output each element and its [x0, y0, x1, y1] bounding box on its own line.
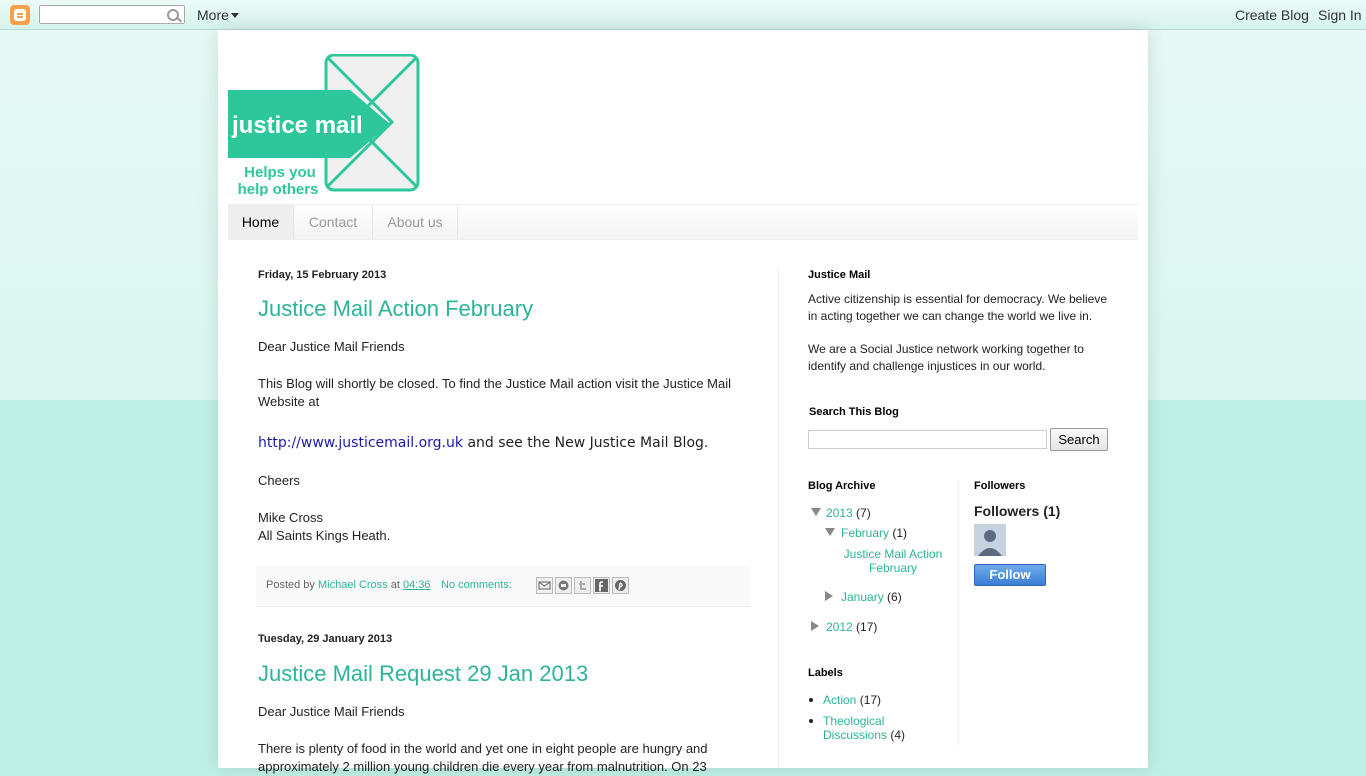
post-link-suffix: and see the New Justice Mail Blog.: [463, 435, 709, 451]
archive-month-february[interactable]: February (1): [841, 526, 907, 540]
post-cheers: Cheers: [258, 473, 300, 488]
post-greeting: Dear Justice Mail Friends: [258, 339, 405, 354]
post-paragraph: This Blog will shortly be closed. To fin…: [258, 376, 732, 409]
tab-contact[interactable]: Contact: [294, 205, 373, 239]
followers-count: Followers (1): [974, 503, 1061, 519]
followers-widget-title: Followers: [974, 480, 1026, 492]
follower-avatar[interactable]: [974, 524, 1006, 556]
expand-toggle-icon[interactable]: [825, 528, 835, 536]
blog-panel: justice mail Helps you help others Home …: [218, 30, 1148, 774]
search-widget-title: Search This Blog: [809, 406, 899, 418]
label-link-action[interactable]: Action (17): [823, 693, 881, 707]
collapse-toggle-icon[interactable]: [811, 621, 819, 631]
post-footer: Posted by Michael Cross at 04:36 No comm…: [256, 566, 750, 607]
post-date: Tuesday, 29 January 2013: [258, 633, 393, 645]
archive-post-link[interactable]: Justice Mail Action February: [838, 547, 948, 575]
labels-widget-title: Labels: [808, 667, 843, 679]
about-paragraph-2: We are a Social Justice network working …: [808, 342, 1084, 373]
column-divider: [778, 268, 779, 768]
post-title-link[interactable]: Justice Mail Request 29 Jan 2013: [258, 661, 588, 687]
create-blog-link[interactable]: Create Blog: [1235, 7, 1309, 23]
post-link-line: http://www.justicemail.org.uk and see th…: [258, 434, 748, 452]
pinterest-share-icon[interactable]: [612, 577, 629, 594]
twitter-share-icon[interactable]: [574, 577, 591, 594]
archive-widget-title: Blog Archive: [808, 480, 876, 492]
post-time-link[interactable]: 04:36: [403, 579, 431, 591]
blogthis-share-icon[interactable]: [555, 577, 572, 594]
justicemail-website-link[interactable]: http://www.justicemail.org.uk: [258, 435, 463, 451]
post-title-link[interactable]: Justice Mail Action February: [258, 296, 533, 322]
search-button[interactable]: Search: [1050, 428, 1108, 451]
collapse-toggle-icon[interactable]: [825, 591, 833, 601]
sign-in-link[interactable]: Sign In: [1318, 7, 1362, 23]
expand-toggle-icon[interactable]: [811, 508, 821, 516]
tab-about-us[interactable]: About us: [373, 205, 458, 239]
facebook-share-icon[interactable]: [593, 577, 610, 594]
more-menu[interactable]: More: [197, 7, 239, 23]
about-widget-title: Justice Mail: [808, 269, 871, 281]
svg-text:help others: help others: [238, 181, 319, 196]
email-share-icon[interactable]: [536, 577, 553, 594]
blogger-logo-icon[interactable]: [10, 5, 30, 25]
about-paragraph-1: Active citizenship is essential for demo…: [808, 292, 1108, 323]
list-bullet: [809, 719, 813, 723]
post-paragraph: There is plenty of food in the world and…: [258, 741, 708, 774]
post-footer-byline: Posted by Michael Cross at 04:36: [266, 579, 431, 591]
archive-year-2013[interactable]: 2013 (7): [826, 506, 871, 520]
label-link-theological[interactable]: Theological Discussions (4): [823, 714, 923, 742]
list-bullet: [809, 698, 813, 702]
navbar-search-input[interactable]: [39, 5, 185, 24]
author-link[interactable]: Michael Cross: [318, 579, 388, 591]
post-greeting: Dear Justice Mail Friends: [258, 704, 405, 719]
justice-mail-logo[interactable]: justice mail Helps you help others: [228, 54, 428, 196]
post-signature-name: Mike Cross: [258, 510, 324, 525]
follow-button[interactable]: Follow: [974, 564, 1046, 586]
post-signature-church: All Saints Kings Heath.: [258, 528, 391, 543]
svg-text:justice mail: justice mail: [231, 112, 363, 139]
post-date: Friday, 15 February 2013: [258, 269, 387, 281]
page-tabs: Home Contact About us: [228, 204, 1138, 240]
svg-text:Helps you: Helps you: [244, 164, 316, 181]
archive-year-2012[interactable]: 2012 (17): [826, 620, 877, 634]
archive-month-january[interactable]: January (6): [841, 590, 902, 604]
blog-search-input[interactable]: [808, 430, 1047, 449]
tab-home[interactable]: Home: [228, 205, 294, 239]
sidebar-divider: [958, 480, 959, 745]
search-icon[interactable]: [167, 9, 179, 21]
blogger-navbar: More Create Blog Sign In: [0, 0, 1366, 30]
chevron-down-icon: [230, 13, 239, 18]
comments-link[interactable]: No comments:: [441, 579, 512, 591]
